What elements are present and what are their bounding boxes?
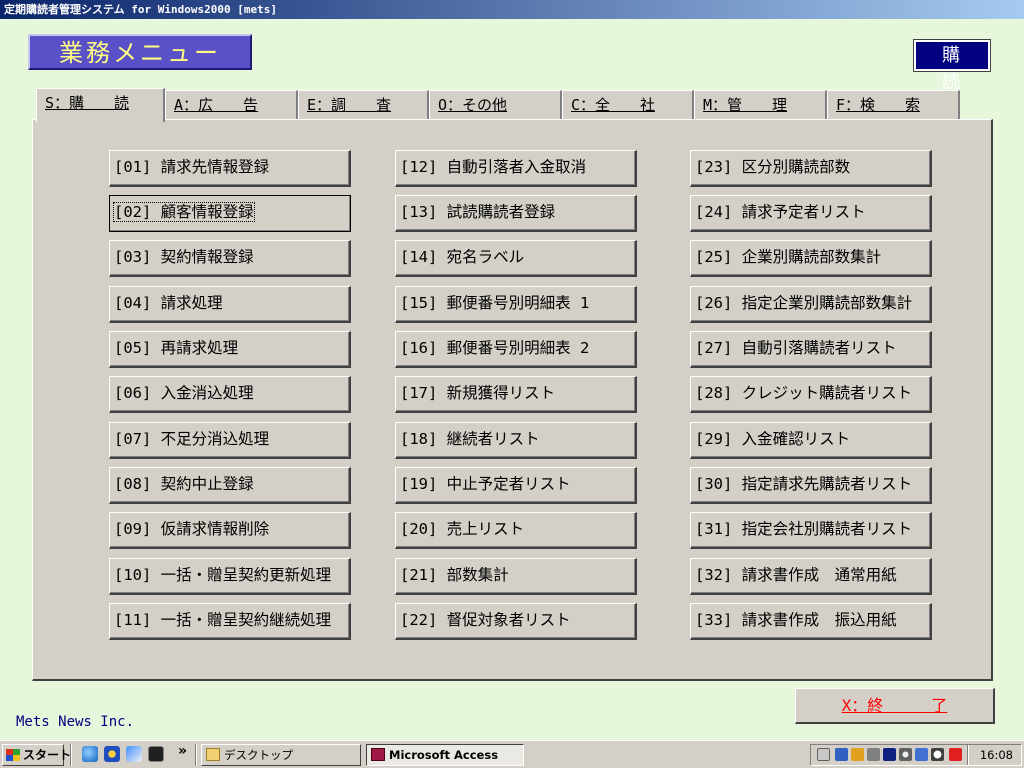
menu-button-27[interactable]: [27] 自動引落購読者リスト — [690, 331, 932, 368]
tab-company-wide[interactable]: C：全 社 — [562, 90, 694, 120]
menu-button-06[interactable]: [06] 入金消込処理 — [109, 376, 351, 413]
tray-app-icon[interactable] — [851, 748, 864, 761]
menu-button-07[interactable]: [07] 不足分消込処理 — [109, 422, 351, 459]
folder-icon — [206, 748, 220, 761]
menu-button-20[interactable]: [20] 売上リスト — [395, 512, 637, 549]
tab-management[interactable]: M：管 理 — [694, 90, 827, 120]
menu-button-08[interactable]: [08] 契約中止登録 — [109, 467, 351, 504]
tab-strip: S：購 読 A：広 告 E：調 査 O：その他 C：全 社 M：管 理 F：検 … — [36, 88, 960, 122]
tab-advertising[interactable]: A：広 告 — [165, 90, 298, 120]
refresh-icon[interactable] — [899, 748, 912, 761]
mode-badge: 購読 — [913, 39, 991, 93]
company-name: Mets News Inc. — [16, 714, 135, 730]
menu-button-10[interactable]: [10] 一括・贈呈契約更新処理 — [109, 558, 351, 595]
menu-button-24[interactable]: [24] 請求予定者リスト — [690, 195, 932, 232]
task-label: Microsoft Access — [389, 748, 499, 762]
tray-separator — [967, 745, 969, 765]
menu-button-13[interactable]: [13] 試読購読者登録 — [395, 195, 637, 232]
menu-button-04[interactable]: [04] 請求処理 — [109, 286, 351, 323]
menu-button-15[interactable]: [15] 郵便番号別明細表 1 — [395, 286, 637, 323]
menu-button-23[interactable]: [23] 区分別購読部数 — [690, 150, 932, 187]
menu-button-03[interactable]: [03] 契約情報登録 — [109, 240, 351, 277]
menu-button-26[interactable]: [26] 指定企業別購読部数集計 — [690, 286, 932, 323]
internet-explorer-icon[interactable] — [82, 746, 98, 762]
network-icon[interactable] — [835, 748, 848, 761]
menu-button-02[interactable]: [02] 顧客情報登録 — [109, 195, 351, 232]
search-icon[interactable] — [915, 748, 928, 761]
start-button[interactable]: スタート — [2, 744, 71, 766]
tab-panel-subscription: [01] 請求先情報登録 [02] 顧客情報登録 [03] 契約情報登録 [04… — [32, 119, 993, 681]
menu-button-29[interactable]: [29] 入金確認リスト — [690, 422, 932, 459]
menu-button-05[interactable]: [05] 再請求処理 — [109, 331, 351, 368]
task-label: デスクトップ — [224, 748, 293, 762]
menu-button-33[interactable]: [33] 請求書作成 振込用紙 — [690, 603, 932, 640]
clock[interactable]: 16:08 — [980, 745, 1013, 765]
tab-other[interactable]: O：その他 — [429, 90, 562, 120]
menu-button-18[interactable]: [18] 継続者リスト — [395, 422, 637, 459]
task-microsoft-access[interactable]: Microsoft Access — [366, 744, 524, 766]
taskbar-separator — [195, 744, 197, 766]
tab-subscription[interactable]: S：購 読 — [36, 88, 165, 122]
access-icon — [371, 748, 385, 761]
clock-icon[interactable] — [931, 748, 944, 761]
menu-button-30[interactable]: [30] 指定請求先購読者リスト — [690, 467, 932, 504]
media-player-icon[interactable] — [104, 746, 120, 762]
menu-button-16[interactable]: [16] 郵便番号別明細表 2 — [395, 331, 637, 368]
tab-survey[interactable]: E：調 査 — [298, 90, 429, 120]
menu-button-31[interactable]: [31] 指定会社別購読者リスト — [690, 512, 932, 549]
taskbar-separator — [70, 744, 72, 766]
command-prompt-icon[interactable] — [148, 746, 164, 762]
menu-button-12[interactable]: [12] 自動引落者入金取消 — [395, 150, 637, 187]
tab-search[interactable]: F：検 索 — [827, 90, 960, 120]
outlook-express-icon[interactable] — [126, 746, 142, 762]
menu-button-25[interactable]: [25] 企業別購読部数集計 — [690, 240, 932, 277]
window-title: 定期購読者管理システム for Windows2000 [mets] — [4, 3, 277, 16]
menu-button-14[interactable]: [14] 宛名ラベル — [395, 240, 637, 277]
menu-button-21[interactable]: [21] 部数集計 — [395, 558, 637, 595]
menu-button-09[interactable]: [09] 仮請求情報削除 — [109, 512, 351, 549]
security-icon[interactable] — [949, 748, 962, 761]
business-menu-label: 業務メニュー — [28, 34, 252, 70]
menu-button-22[interactable]: [22] 督促対象者リスト — [395, 603, 637, 640]
menu-button-01[interactable]: [01] 請求先情報登録 — [109, 150, 351, 187]
exit-button[interactable]: X：終 了 — [795, 688, 995, 724]
monitor-icon[interactable] — [883, 748, 896, 761]
menu-button-19[interactable]: [19] 中止予定者リスト — [395, 467, 637, 504]
windows-logo-icon — [6, 749, 20, 761]
system-tray: 16:08 — [810, 744, 1022, 766]
menu-button-11[interactable]: [11] 一括・贈呈契約継続処理 — [109, 603, 351, 640]
printer-icon[interactable] — [867, 748, 880, 761]
menu-button-32[interactable]: [32] 請求書作成 通常用紙 — [690, 558, 932, 595]
task-desktop[interactable]: デスクトップ — [201, 744, 361, 766]
menu-button-28[interactable]: [28] クレジット購読者リスト — [690, 376, 932, 413]
window-title-bar[interactable]: 定期購読者管理システム for Windows2000 [mets] — [0, 0, 1024, 19]
start-label: スタート — [23, 748, 72, 762]
quick-launch-chevron-icon[interactable]: » — [178, 743, 187, 759]
keyboard-icon[interactable] — [817, 748, 830, 761]
menu-button-17[interactable]: [17] 新規獲得リスト — [395, 376, 637, 413]
taskbar: スタート » デスクトップ Microsoft Access 16:08 — [0, 740, 1024, 768]
